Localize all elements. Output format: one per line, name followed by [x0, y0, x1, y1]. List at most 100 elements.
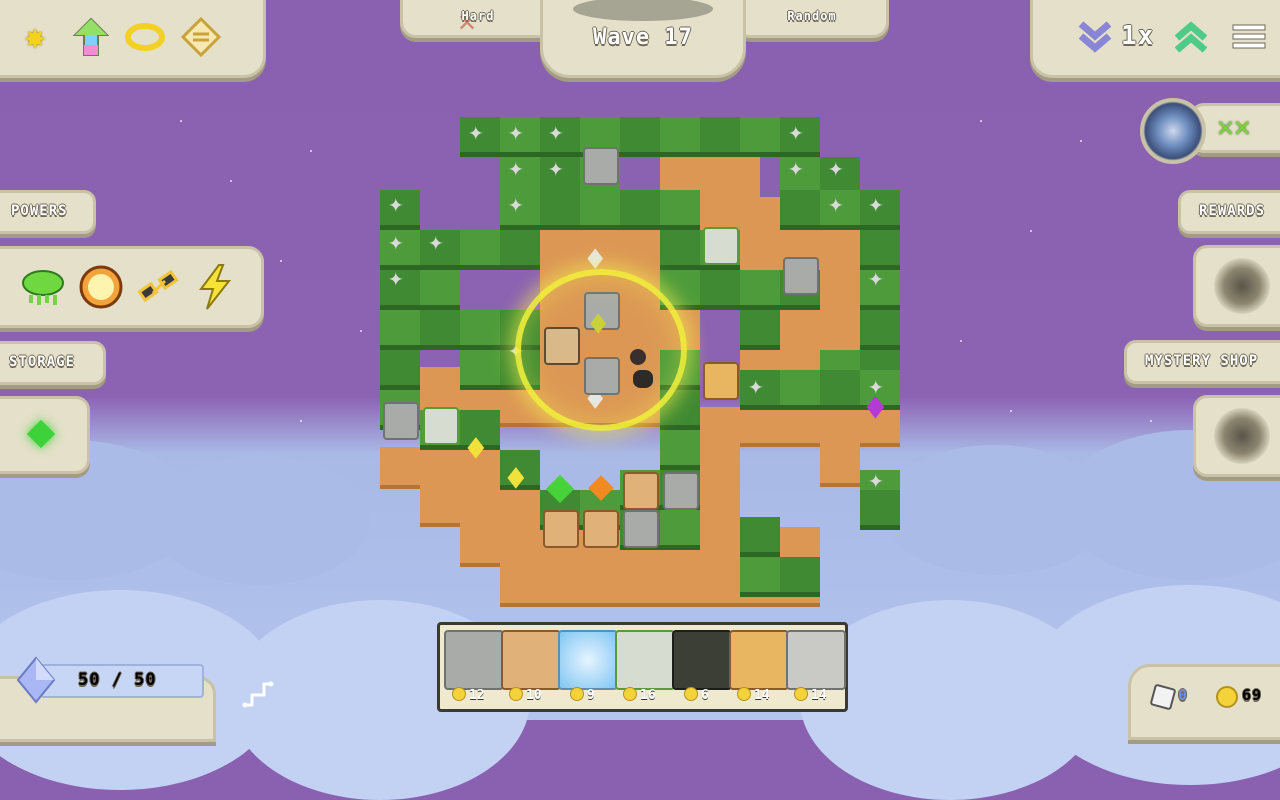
wave-panel: Wave 17 — [540, 0, 746, 78]
upgrade-arrow-icon[interactable] — [71, 15, 111, 59]
mode-label: Random — [787, 9, 837, 23]
shop-stone-tower[interactable] — [444, 630, 504, 690]
shop-cannon-tower[interactable] — [786, 630, 846, 690]
ring-icon[interactable] — [123, 17, 167, 57]
crystal-icon: ✦ — [548, 117, 564, 147]
crystal-icon: ✦ — [868, 189, 884, 219]
crystal-icon: ✦ — [868, 465, 884, 495]
coin-icon — [794, 687, 808, 701]
stone-tower[interactable] — [623, 510, 659, 548]
speed-up-icon[interactable] — [1171, 17, 1211, 57]
tower-cost: 16 — [623, 687, 656, 703]
crystal-icon: ✦ — [788, 117, 804, 147]
poison-tower[interactable] — [703, 227, 739, 265]
coin-count: 69 — [1242, 686, 1263, 704]
shop-poison-tower[interactable] — [615, 630, 675, 690]
top-left-toolbar: ✸ — [0, 0, 266, 78]
enemy-icon — [630, 349, 646, 365]
shop-ice-tower[interactable] — [558, 630, 618, 690]
coin-icon — [623, 687, 637, 701]
mystery-shop-label: MYSTERY SHOP — [1145, 353, 1259, 369]
tower-cost: 12 — [452, 687, 485, 703]
rewards-label-panel: REWARDS — [1178, 190, 1280, 234]
powers-label: POWERS — [11, 203, 68, 219]
coin-icon — [684, 687, 698, 701]
tower-cost: 10 — [509, 687, 542, 703]
lightning-icon[interactable] — [189, 261, 241, 313]
powers-label-panel: POWERS — [0, 190, 96, 234]
crystal-icon: ✦ — [788, 153, 804, 183]
storage-label-panel: STORAGE — [0, 341, 106, 385]
swap-diamond-icon[interactable] — [179, 15, 223, 59]
storage-panel[interactable] — [0, 396, 90, 474]
crystal-icon: ✦ — [388, 227, 404, 257]
area-effect-ring — [515, 269, 687, 431]
coin-icon — [570, 687, 584, 701]
coin-icon — [509, 687, 523, 701]
crystal-icon: ✦ — [508, 153, 524, 183]
wave-label: Wave 17 — [593, 25, 693, 50]
smoke-icon — [573, 0, 713, 21]
mode-panel[interactable]: Random — [735, 0, 889, 38]
crystal-icon: ✦ — [548, 153, 564, 183]
fireball-icon[interactable] — [75, 261, 127, 313]
wood-tower[interactable] — [583, 510, 619, 548]
yellow-crystal-icon: ♦ — [505, 459, 527, 500]
crystal-icon: ✦ — [748, 371, 764, 401]
stone-tower[interactable] — [783, 257, 819, 295]
crystal-icon: ✦ — [428, 227, 444, 257]
mana-value: 50 / 50 — [78, 670, 157, 690]
shop-radiation-tower[interactable] — [672, 630, 732, 690]
crystal-icon: ✦ — [828, 153, 844, 183]
vortex-icon — [1214, 258, 1270, 314]
path-route-icon[interactable] — [240, 676, 276, 712]
yellow-crystal-icon: ♦ — [465, 429, 487, 470]
stone-tower[interactable] — [583, 147, 619, 185]
crystal-icon: ✦ — [508, 117, 524, 147]
poison-tower[interactable] — [423, 407, 459, 445]
star-icon[interactable]: ✸ — [15, 17, 55, 57]
storage-label: STORAGE — [9, 354, 76, 370]
tower-cost: 6 — [684, 687, 709, 703]
mystery-shop-label-panel: MYSTERY SHOP — [1124, 340, 1280, 384]
slow-down-icon[interactable] — [1075, 17, 1115, 57]
coin-icon — [1216, 686, 1238, 708]
crystal-icon: ✦ — [868, 263, 884, 293]
enemy-icon — [633, 370, 653, 388]
speed-label: 1x — [1121, 21, 1155, 51]
green-gem-icon[interactable] — [26, 419, 56, 449]
crystal-icon: ✦ — [388, 263, 404, 293]
crystal-icon: ✦ — [508, 189, 524, 219]
vortex-icon — [1214, 408, 1270, 464]
wood-tower[interactable] — [543, 510, 579, 548]
crystal-icon: ✦ — [828, 189, 844, 219]
crossed-swords-icon: ✕✕ — [1217, 110, 1251, 143]
menu-icon[interactable] — [1229, 19, 1269, 55]
cannon-tower[interactable] — [663, 472, 699, 510]
powers-panel — [0, 246, 264, 328]
tower-cost: 14 — [737, 687, 770, 703]
shop-gold-tower[interactable] — [729, 630, 789, 690]
crystal-icon: ✦ — [388, 189, 404, 219]
gold-tower[interactable] — [703, 362, 739, 400]
stone-tower[interactable] — [383, 402, 419, 440]
tower-cost: 14 — [794, 687, 827, 703]
rewards-panel[interactable] — [1193, 245, 1280, 327]
speed-panel: 1x — [1030, 0, 1280, 78]
coin-icon — [452, 687, 466, 701]
shop-wood-tower[interactable] — [501, 630, 561, 690]
difficulty-label: Hard — [461, 9, 495, 23]
crystal-icon: ✦ — [468, 117, 484, 147]
wood-tower[interactable] — [623, 472, 659, 510]
portal-icon[interactable] — [1140, 98, 1206, 164]
difficulty-panel[interactable]: ✕ Hard — [400, 0, 556, 38]
tower-cost: 9 — [570, 687, 595, 703]
mystery-shop-panel[interactable] — [1193, 395, 1280, 477]
hammer-icon[interactable] — [133, 261, 185, 313]
game-board[interactable]: ✦ ✦ ✦ ✦ ✦ ✦ ✦ ✦ ✦ ✦ ✦ ✦ ✦ ✦ ✦ ✦ ✦ ✦ ✦ ✦ … — [380, 117, 900, 607]
purple-crystal-icon: ♦ — [864, 386, 887, 430]
dice-count: 0 — [1178, 686, 1189, 704]
rewards-label: REWARDS — [1199, 203, 1266, 219]
coin-icon — [737, 687, 751, 701]
acid-cloud-icon[interactable] — [17, 261, 69, 313]
